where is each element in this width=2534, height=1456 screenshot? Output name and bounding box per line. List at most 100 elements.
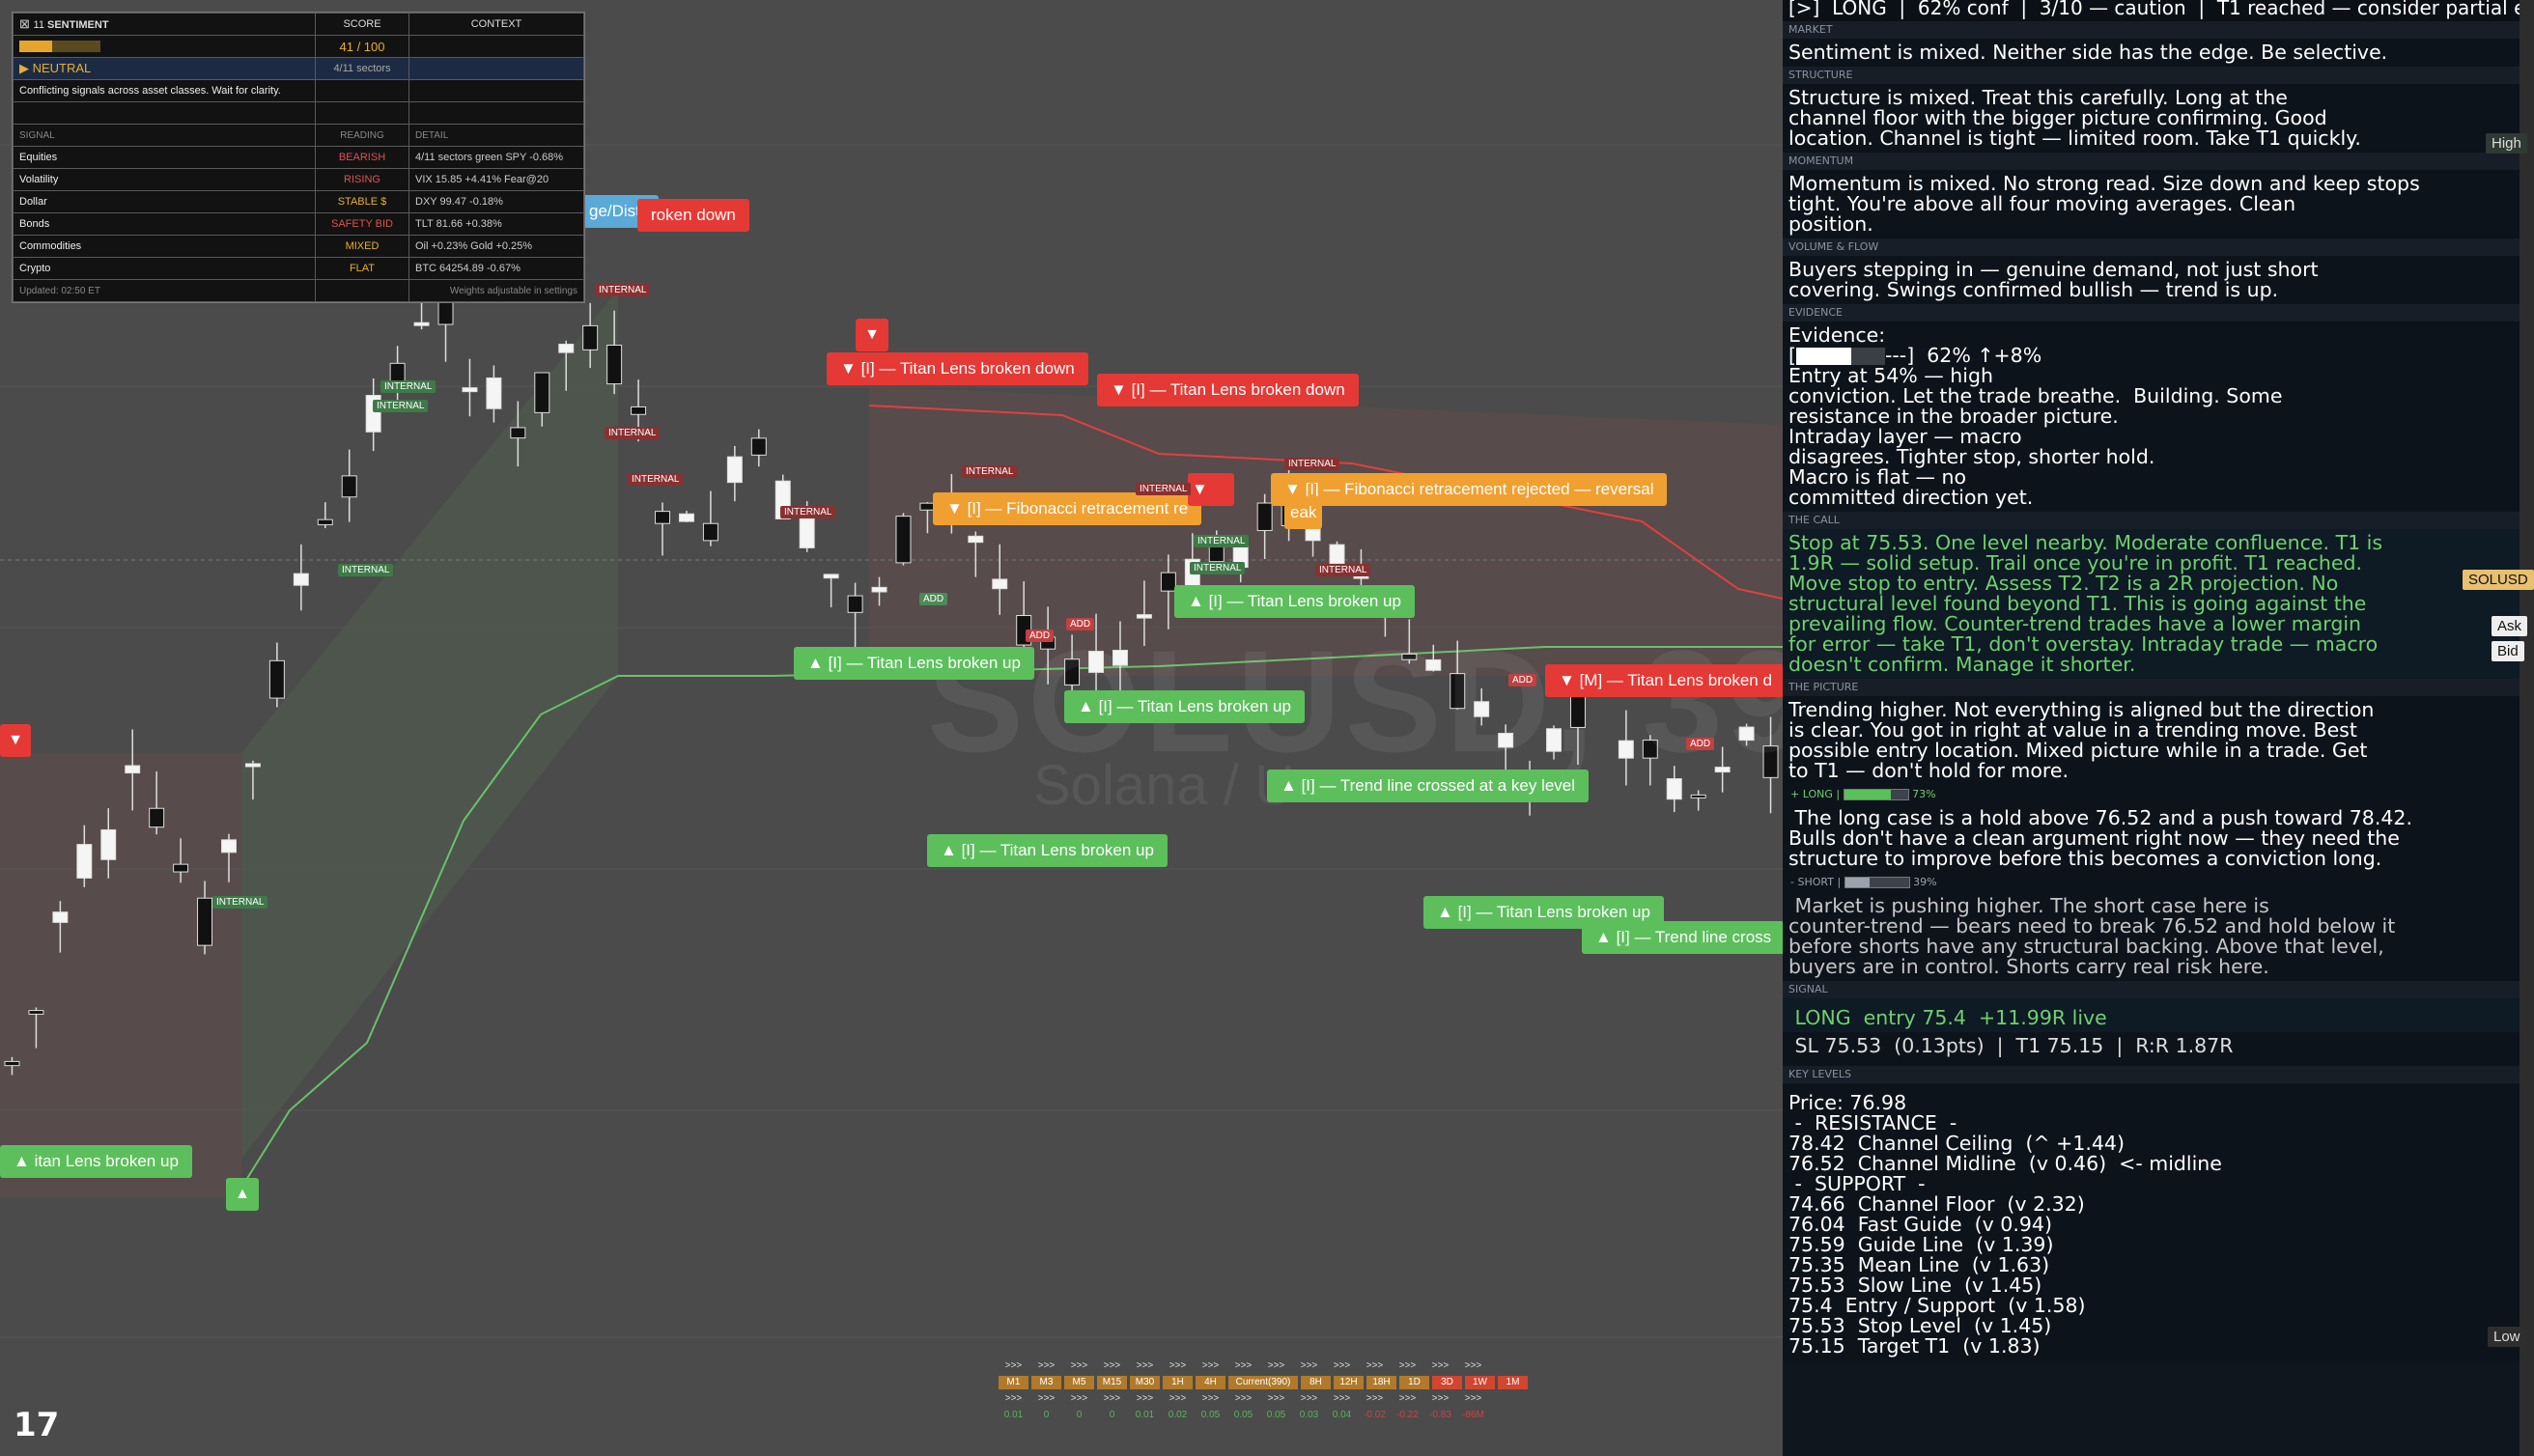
- label-text: [I] — Titan Lens broken up: [1457, 903, 1650, 921]
- timeframe-button[interactable]: 18H: [1366, 1376, 1396, 1389]
- candle-body: [726, 456, 743, 484]
- trend-line-label[interactable]: ▲ [I] — Trend line crossed at a key leve…: [1267, 770, 1590, 802]
- candle-body: [823, 574, 839, 579]
- timeframe-cell: >>>: [1398, 1360, 1417, 1371]
- candle-body: [678, 513, 694, 522]
- timeframe-cell: >>>: [1004, 1360, 1023, 1371]
- candle-body: [28, 1010, 44, 1015]
- analysis-panel: [>] LONG | 62% conf | 3/10 — caution | T…: [1783, 0, 2520, 1456]
- timeframe-cell: 0.05: [1200, 1410, 1221, 1420]
- name-watermark: Solana / U: [1033, 754, 1295, 817]
- timeframe-button[interactable]: M15: [1097, 1376, 1127, 1389]
- titan-up-label-3[interactable]: ▲ [I] — Titan Lens broken up: [1064, 690, 1305, 723]
- candle-body: [1329, 544, 1345, 565]
- timeframe-cell: >>>: [1366, 1360, 1384, 1371]
- trend-line-label-2[interactable]: ▲ [I] — Trend line cross: [1582, 921, 1783, 954]
- timeframe-button[interactable]: 3D: [1432, 1376, 1462, 1389]
- title-prefix: 11: [33, 19, 44, 31]
- fib-short-label[interactable]: ▼ [I] — Fibonacci retracement re: [933, 492, 1202, 525]
- titan-down-label-2[interactable]: ▼ [I] — Titan Lens broken down: [827, 352, 1088, 385]
- break-label[interactable]: eak: [1284, 496, 1323, 529]
- candle-body: [4, 1060, 20, 1067]
- candle-body: [244, 763, 261, 768]
- detail-header: DETAIL: [408, 124, 584, 147]
- evidence-meter: [1796, 348, 1885, 365]
- updated-label: Updated: 02:50 ET: [13, 279, 316, 302]
- timeframe-button[interactable]: 1H: [1163, 1376, 1193, 1389]
- titan-down-label-3[interactable]: ▼ [I] — Titan Lens broken down: [1097, 374, 1359, 406]
- signal-detail: VIX 15.85 +4.41% Fear@20: [408, 168, 584, 191]
- timeframe-cell: >>>: [1300, 1360, 1318, 1371]
- call-header: THE CALL: [1783, 512, 2520, 529]
- internal-tag: INTERNAL: [628, 473, 684, 486]
- chart-area[interactable]: SOLUSD, 390 Solana / U ge/Dist. roken do…: [0, 0, 1783, 1456]
- timeframe-cell: >>>: [1103, 1360, 1121, 1371]
- label-text: [I] — Titan Lens broken up: [1208, 592, 1401, 610]
- score-bar-cell: [13, 35, 316, 58]
- timeframe-button[interactable]: 4H: [1196, 1376, 1225, 1389]
- short-meter: [1844, 877, 1910, 888]
- candle-body: [992, 578, 1008, 590]
- titan-up-label-left[interactable]: ▲ itan Lens broken up: [0, 1145, 192, 1178]
- bear-triangle-icon[interactable]: ▼: [856, 319, 888, 351]
- timeframe-cell: >>>: [1168, 1393, 1187, 1404]
- spacer: [315, 101, 409, 125]
- timeframe-cell: 0: [1109, 1410, 1115, 1420]
- timeframe-button[interactable]: M30: [1130, 1376, 1160, 1389]
- macro-down-label[interactable]: ▼ [M] — Titan Lens broken d: [1545, 664, 1783, 697]
- timeframe-button[interactable]: 1W: [1465, 1376, 1495, 1389]
- timeframe-cell: >>>: [1431, 1393, 1450, 1404]
- low-tag: Low: [2488, 1327, 2526, 1347]
- timeframe-cell: >>>: [1201, 1360, 1220, 1371]
- candle-body: [125, 765, 141, 774]
- titan-up-label-2[interactable]: ▲ [I] — Titan Lens broken up: [794, 647, 1034, 680]
- timeframe-button[interactable]: 1M: [1498, 1376, 1528, 1389]
- internal-tag: INTERNAL: [1194, 535, 1250, 547]
- short-meter-row: - SHORT | 39%: [1783, 873, 2520, 892]
- internal-tag: INTERNAL: [1136, 483, 1192, 495]
- short-case-text: Market is pushing higher. The short case…: [1783, 892, 2520, 981]
- bear-triangle-icon-left[interactable]: ▼: [0, 724, 31, 757]
- candle-body: [149, 807, 165, 828]
- timeframe-cell: >>>: [1004, 1393, 1023, 1404]
- timeframe-cell: >>>: [1136, 1360, 1154, 1371]
- internal-tag: INTERNAL: [373, 400, 429, 412]
- timeframe-button[interactable]: M3: [1031, 1376, 1061, 1389]
- timeframe-button[interactable]: 12H: [1334, 1376, 1364, 1389]
- timeframe-button[interactable]: Current(390): [1228, 1376, 1298, 1389]
- timeframe-cell: 0.04: [1332, 1410, 1352, 1420]
- timeframe-button[interactable]: M1: [999, 1376, 1028, 1389]
- signal-name: Commodities: [13, 235, 316, 258]
- label-text: [M] — Titan Lens broken d: [1579, 671, 1772, 689]
- label-text: [I] — Titan Lens broken up: [1098, 697, 1291, 715]
- titan-up-label-4[interactable]: ▲ [I] — Titan Lens broken up: [927, 834, 1168, 867]
- bull-triangle-icon[interactable]: ▲: [226, 1178, 259, 1211]
- candle-body: [317, 518, 333, 525]
- timeframe-button[interactable]: 1D: [1399, 1376, 1429, 1389]
- spacer: [13, 101, 316, 125]
- key-levels-text: Price: 76.98 - RESISTANCE - 78.42 Channe…: [1783, 1083, 2520, 1360]
- timeframe-button[interactable]: 8H: [1301, 1376, 1331, 1389]
- short-pct: 39%: [1913, 876, 1937, 888]
- timeframe-cell: >>>: [1398, 1393, 1417, 1404]
- signal-header: SIGNAL: [13, 124, 316, 147]
- signal-reading: STABLE $: [315, 190, 409, 213]
- empty-cell: [408, 57, 584, 80]
- sentiment-table: ⊠ 11 SENTIMENT SCORE CONTEXT 41 / 100 ▶ …: [12, 12, 585, 303]
- price-scale-edge[interactable]: [2520, 0, 2534, 1456]
- timeframe-cell: >>>: [1136, 1393, 1154, 1404]
- titan-down-label-1[interactable]: roken down: [637, 199, 749, 232]
- titan-down-stub-label[interactable]: ▼: [1188, 473, 1234, 506]
- timeframe-button[interactable]: M5: [1064, 1376, 1094, 1389]
- titan-up-label-1[interactable]: ▲ [I] — Titan Lens broken up: [1174, 585, 1415, 618]
- market-text: Sentiment is mixed. Neither side has the…: [1783, 39, 2520, 67]
- sentiment-title: SENTIMENT: [47, 19, 109, 31]
- fib-reversal-label[interactable]: ▼ [I] — Fibonacci retracement rejected —…: [1271, 473, 1668, 506]
- signal-name: Dollar: [13, 190, 316, 213]
- timeframe-cell: >>>: [1103, 1393, 1121, 1404]
- add-tag: ADD: [1508, 674, 1537, 686]
- timeframe-cell: -0.22: [1396, 1410, 1419, 1420]
- tradingview-logo-icon[interactable]: 17: [14, 1406, 59, 1444]
- timeframe-cell: 0.01: [1135, 1410, 1155, 1420]
- symbol-price-tag: SOLUSD: [2463, 570, 2534, 590]
